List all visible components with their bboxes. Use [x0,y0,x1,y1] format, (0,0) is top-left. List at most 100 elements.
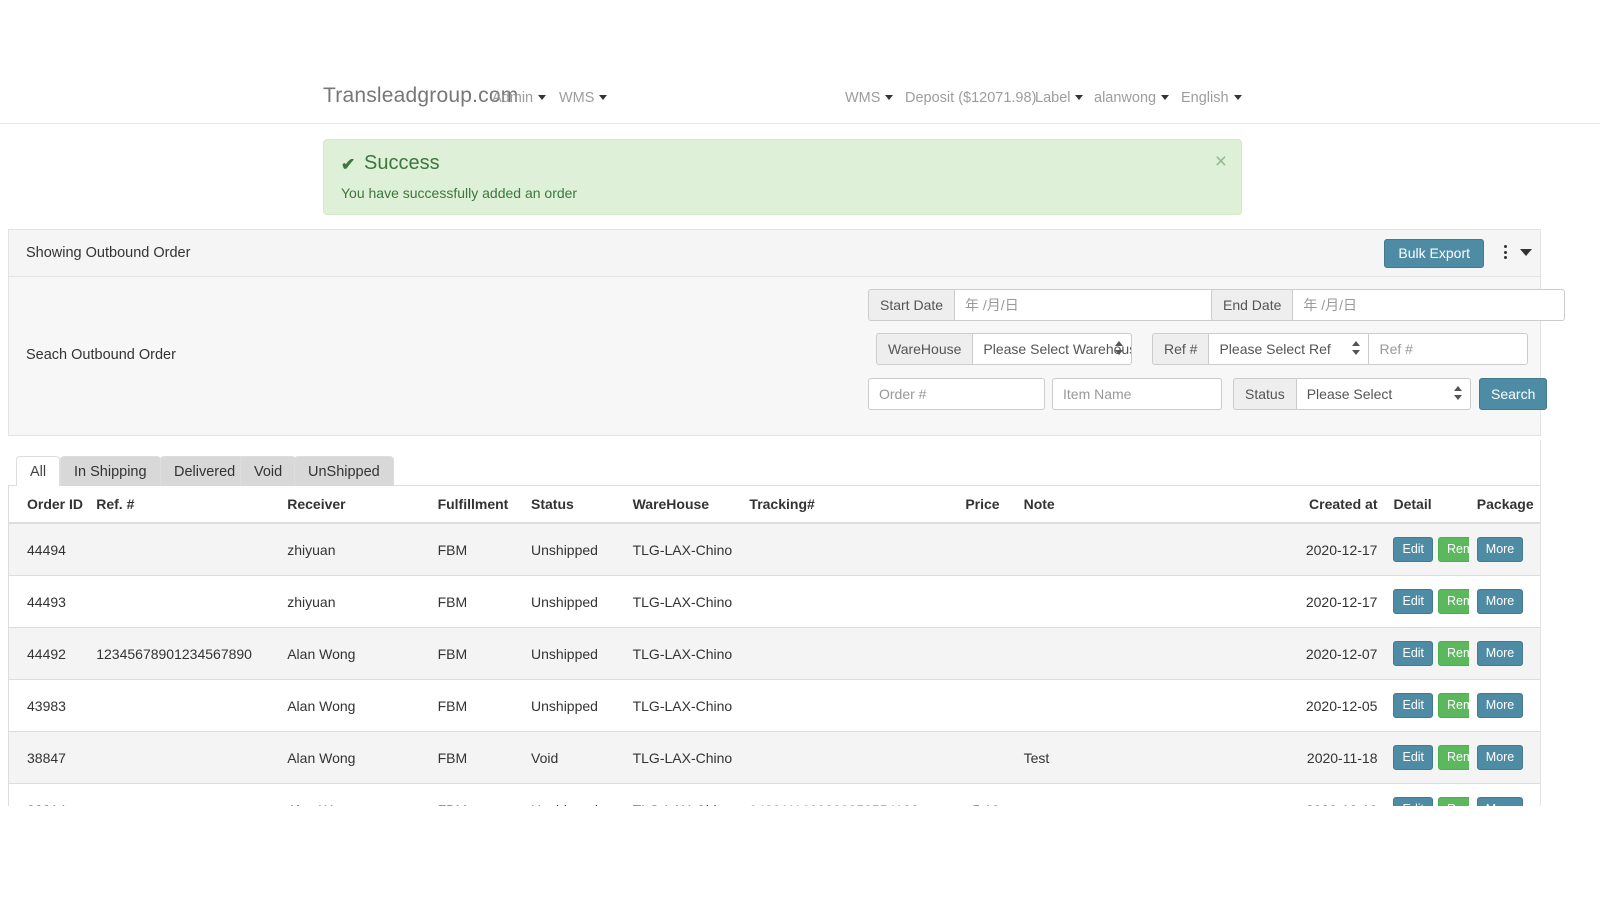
more-button[interactable]: More [1476,797,1524,806]
select-arrows-icon [1352,340,1361,358]
cell-ref [88,783,280,806]
edit-button[interactable]: Edit [1393,797,1434,806]
remark-button[interactable]: Remark (0) [1438,537,1469,562]
nav-item-user-label: alanwong [1094,90,1157,106]
cell-detail: Edit Remark (0) [1385,783,1469,806]
more-button[interactable]: More [1476,641,1524,666]
chevron-down-icon [1075,95,1084,100]
remark-button[interactable]: Remark (0) [1438,745,1469,770]
orders-table: Order ID Ref. # Receiver Fulfillment Sta… [9,486,1540,806]
cell-receiver: Alan Wong [279,627,430,680]
chevron-down-icon [1161,95,1170,100]
more-button[interactable]: More [1476,745,1524,770]
status-addon: Status [1233,378,1296,410]
page-title: Showing Outbound Order [26,245,191,261]
edit-button[interactable]: Edit [1393,537,1434,562]
cell-ref: 12345678901234567890 [88,627,280,680]
order-number-input[interactable]: Order # [868,378,1045,410]
tracking-link[interactable]: 9400111699000352554138 [749,802,918,807]
nav-item-deposit[interactable]: Deposit ($12071.98) [905,90,1036,106]
cell-status: Unshipped [523,679,625,732]
panel-right-border [1540,440,1541,806]
cell-note [1007,627,1282,680]
more-button[interactable]: More [1476,537,1524,562]
edit-button[interactable]: Edit [1393,745,1434,770]
start-date-group: Start Date 年 /月/日 [868,289,1228,321]
cell-package: More [1468,679,1540,732]
tab-void[interactable]: Void [240,456,297,486]
col-detail: Detail [1385,486,1469,524]
search-button[interactable]: Search [1479,378,1548,410]
cell-tracking [741,679,945,732]
edit-button[interactable]: Edit [1393,693,1434,718]
nav-item-admin[interactable]: Admin [492,90,547,106]
col-price: Price [944,486,1008,524]
table-row: 44492 12345678901234567890 Alan Wong FBM Uns… [9,627,1540,680]
cell-tracking [741,575,945,628]
start-date-addon: Start Date [868,289,955,321]
nav-item-wms-right-label: WMS [845,90,881,106]
cell-order-id: 44493 [9,575,89,628]
cell-receiver: Alan Wong [279,731,430,784]
brand-logo[interactable]: Transleadgroup.com [323,84,518,108]
remark-button[interactable]: Remark (0) [1438,797,1469,806]
nav-item-wms-right[interactable]: WMS [845,90,894,106]
nav-item-wms-left[interactable]: WMS [559,90,608,106]
bulk-export-button[interactable]: Bulk Export [1384,239,1484,268]
cell-created-at: 2020-12-07 [1281,627,1386,680]
cell-status: Unshipped [523,575,625,628]
cell-package: More [1468,575,1540,628]
col-tracking: Tracking# [741,486,945,524]
nav-item-wms-left-label: WMS [559,90,595,106]
end-date-addon: End Date [1211,289,1293,321]
ref-select[interactable]: Please Select Ref [1208,333,1369,365]
remark-button[interactable]: Remark (0) [1438,641,1469,666]
cell-order-id: 44492 [9,627,89,680]
cell-fulfillment: FBM [429,679,524,732]
nav-item-label[interactable]: Label [1035,90,1084,106]
caret-down-icon[interactable] [1520,249,1532,256]
edit-button[interactable]: Edit [1393,641,1434,666]
top-navbar: Transleadgroup.com Admin WMS WMS Deposit… [0,70,1600,124]
status-group: Status Please Select [1233,378,1471,410]
success-alert: ✔ Success You have successfully added an… [323,139,1242,215]
vertical-dots-icon[interactable] [1500,245,1510,261]
warehouse-select[interactable]: Please Select Warehouse [972,333,1133,365]
nav-item-user[interactable]: alanwong [1094,90,1170,106]
cell-fulfillment: FBM [429,783,524,806]
tab-delivered[interactable]: Delivered [160,456,250,486]
cell-status: Unshipped [523,783,625,806]
more-button[interactable]: More [1476,693,1524,718]
tab-all[interactable]: All [16,456,61,486]
cell-ref [88,522,280,576]
status-select[interactable]: Please Select [1295,378,1471,410]
ref-input[interactable]: Ref # [1368,333,1529,365]
cell-receiver: zhiyuan [279,575,430,628]
check-icon: ✔ [341,155,356,174]
close-icon[interactable]: × [1215,151,1227,172]
search-section-label: Seach Outbound Order [26,347,176,363]
cell-price [944,627,1008,680]
tab-unshipped[interactable]: UnShipped [294,456,394,486]
remark-button[interactable]: Remark (0) [1438,589,1469,614]
start-date-input[interactable]: 年 /月/日 [954,289,1228,321]
item-name-input[interactable]: Item Name [1052,378,1222,410]
tab-in-shipping[interactable]: In Shipping [60,456,161,486]
remark-button[interactable]: Remark (0) [1438,693,1469,718]
cell-detail: EditRemark (0) [1385,522,1469,576]
cell-created-at: 2020-10-19 [1281,783,1386,806]
edit-button[interactable]: Edit [1393,589,1434,614]
chevron-down-icon [599,95,608,100]
cell-detail: EditRemark (0) [1385,679,1469,732]
col-fulfillment: Fulfillment [429,486,524,524]
table-body: 44494 zhiyuan FBM Unshipped TLG-LAX-Chino 202… [9,522,1540,807]
alert-message: You have successfully added an order [341,185,578,201]
cell-tracking [741,627,945,680]
cell-price [944,731,1008,784]
end-date-input[interactable]: 年 /月/日 [1292,289,1566,321]
table-head: Order ID Ref. # Receiver Fulfillment Sta… [9,486,1540,524]
cell-status: Unshipped [523,522,625,576]
nav-item-language[interactable]: English [1181,90,1242,106]
more-button[interactable]: More [1476,589,1524,614]
status-tabs: All In Shipping Delivered Void UnShipped [8,456,1541,486]
